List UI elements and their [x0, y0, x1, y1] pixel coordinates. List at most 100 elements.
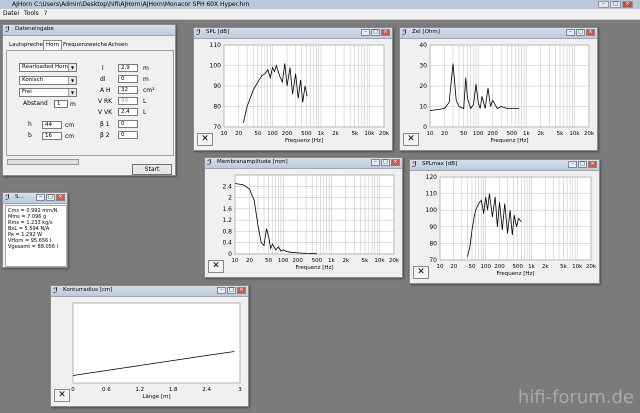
x-tick-label: 500: [301, 131, 312, 137]
start-button[interactable]: Start: [132, 164, 172, 175]
param-beta1-field[interactable]: 0: [118, 120, 138, 128]
stats-panel: Cms = 0.992 mm/N Mms = 7.096 g Rms = 1.2…: [5, 205, 67, 267]
x-tick-label: 20: [450, 264, 457, 270]
minimize-button[interactable]: –: [568, 161, 577, 168]
y-tick-label: 70: [429, 257, 437, 264]
input-window-title: Dateneingabe: [15, 26, 54, 32]
maximize-button[interactable]: □: [381, 159, 390, 166]
close-button[interactable]: ×: [56, 194, 65, 201]
param-ah-field[interactable]: 32: [118, 86, 138, 94]
watermark: hifi-forum.de: [517, 387, 634, 408]
minimize-button[interactable]: –: [361, 29, 370, 36]
param-vvk-field[interactable]: 2,4: [118, 108, 138, 116]
param-dl-field[interactable]: 0: [118, 75, 138, 83]
close-button[interactable]: ×: [588, 161, 597, 168]
h-field[interactable]: 44: [42, 121, 62, 129]
cursor-tool-icon[interactable]: ✕: [403, 133, 419, 146]
y-tick-label: 80: [429, 240, 437, 247]
environment-select[interactable]: Frei ▼: [19, 88, 77, 97]
y-tick-label: 20: [419, 83, 427, 90]
y-tick-label: 80: [213, 104, 221, 111]
x-tick-label: 20k: [379, 131, 390, 137]
x-tick-label: 20: [246, 258, 253, 264]
maximize-button[interactable]: □: [371, 29, 380, 36]
tab-achsen[interactable]: Achsen: [106, 41, 130, 50]
cursor-tool-icon[interactable]: ✕: [54, 389, 70, 402]
x-tick-label: 5k: [560, 264, 567, 270]
b-unit: cm: [65, 133, 75, 140]
menu-tools[interactable]: Tools: [24, 10, 39, 17]
y-tick-label: 120: [426, 174, 438, 181]
b-label: b: [28, 132, 32, 139]
abstand-field[interactable]: 1: [54, 100, 68, 108]
x-tick-label: 50: [265, 258, 272, 264]
close-button[interactable]: ×: [381, 29, 390, 36]
x-tick-label: 20k: [584, 131, 595, 137]
maximize-button[interactable]: □: [227, 287, 236, 294]
param-vrk-label: V RK: [98, 98, 113, 105]
param-beta1-label: β 1: [100, 121, 110, 128]
param-vvk-unit: L: [143, 109, 147, 116]
param-vrk-field[interactable]: 30: [118, 97, 138, 105]
menu-datei[interactable]: Datei: [3, 10, 19, 17]
x-tick-label: 10k: [572, 264, 583, 270]
cursor-tool-icon[interactable]: ✕: [197, 133, 213, 146]
b-field[interactable]: 16: [42, 132, 62, 140]
tab-lautsprecher[interactable]: Lautsprecher: [7, 41, 47, 50]
close-button[interactable]: ×: [237, 287, 246, 294]
kontur-window: ℐ Konturradius [cm] – □ × 0 0.6 1.2 1.8 2.4 3 Länge…: [50, 285, 249, 407]
app-icon: ℐ: [5, 25, 10, 34]
x-tick-label: 0: [71, 387, 75, 393]
chart-title: Konturradius [cm]: [63, 287, 113, 293]
cursor-tool-icon[interactable]: ✕: [413, 266, 429, 279]
x-tick-label: 3: [238, 387, 242, 393]
tab-frequenzweiche[interactable]: Frequenzweiche: [61, 41, 109, 50]
h-unit: cm: [65, 122, 75, 129]
y-tick-label: 70: [213, 124, 221, 131]
minimize-button[interactable]: –: [598, 1, 609, 8]
param-beta2-field[interactable]: 0: [118, 131, 138, 139]
app-icon: ℐ: [207, 158, 212, 167]
spl-window: ℐ SPL [dB] – □ × 70 80 90 100 110 10 20 50 100 200 500 1…: [193, 27, 393, 151]
abstand-label: Abstand: [23, 100, 48, 107]
close-button[interactable]: ×: [391, 159, 400, 166]
x-tick-label: 10: [221, 131, 228, 137]
zel-window: ℐ Zel [Ohm] – □ × 0 10 20 30 40 10 20 50 100 200 500 1k 2…: [399, 27, 598, 151]
close-button[interactable]: ×: [586, 29, 595, 36]
minimize-button[interactable]: –: [217, 287, 226, 294]
maximize-button[interactable]: □: [610, 1, 621, 8]
x-tick-label: 1.8: [169, 387, 178, 393]
y-tick-label: 2.4: [222, 183, 232, 190]
app-icon: ℐ: [53, 286, 58, 295]
spl-window-titlebar: ℐ SPL [dB] – □ ×: [194, 28, 392, 39]
horn-type-select[interactable]: Rearloaded Horn ▼: [19, 63, 77, 72]
x-tick-label: 2.4: [202, 387, 211, 393]
chart-title: Membranamplitude [mm]: [217, 159, 288, 165]
param-l-field[interactable]: 2,9: [118, 64, 138, 72]
minimize-button[interactable]: –: [566, 29, 575, 36]
tab-horn[interactable]: Horn: [43, 40, 63, 50]
app-icon: ℐ: [5, 193, 10, 202]
x-tick-label: 50: [460, 131, 467, 137]
x-tick-label: 10: [232, 258, 239, 264]
menu-help[interactable]: ?: [44, 10, 47, 17]
x-tick-label: 1k: [328, 258, 335, 264]
chart-title: SPLmax [dB]: [422, 161, 458, 167]
x-tick-label: 50: [468, 264, 475, 270]
y-tick-label: 100: [210, 63, 222, 70]
minimize-button[interactable]: –: [36, 194, 45, 201]
maximize-button[interactable]: □: [578, 161, 587, 168]
spl-chart: 70 80 90 100 110 10 20 50 100 200 500 1k 2k 5k 10k 20k F…: [210, 42, 390, 144]
x-tick-label: 10k: [364, 131, 375, 137]
cursor-tool-icon[interactable]: ✕: [208, 260, 224, 273]
maximize-button[interactable]: □: [46, 194, 55, 201]
x-tick-label: 100: [267, 131, 278, 137]
x-tick-label: 100: [480, 264, 491, 270]
close-button[interactable]: ×: [622, 1, 633, 8]
minimize-button[interactable]: –: [371, 159, 380, 166]
maximize-button[interactable]: □: [576, 29, 585, 36]
stats-window: ℐ S... – □ × Cms = 0.992 mm/N Mms = 7.096 …: [2, 192, 68, 268]
contour-select[interactable]: Konisch ▼: [19, 76, 77, 85]
chevron-down-icon: ▼: [68, 89, 76, 96]
zel-chart: 01020304010 20 50 100 200 500 1k 2k 5k 10k 20kFreq…: [419, 42, 595, 144]
